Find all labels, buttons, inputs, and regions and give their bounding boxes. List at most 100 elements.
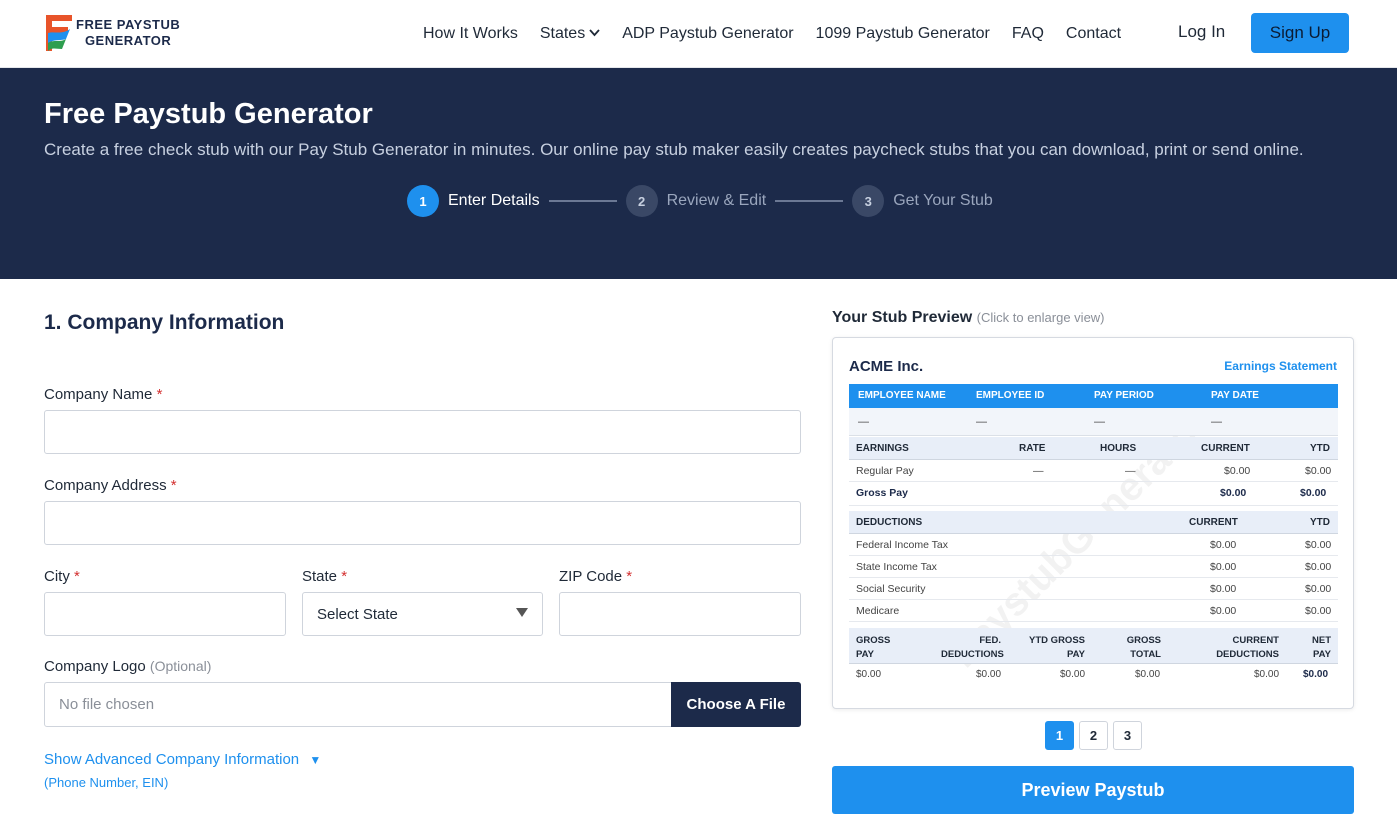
company-name-label: Company Name *	[44, 386, 162, 403]
city-input[interactable]	[44, 592, 286, 636]
dropdown-arrow-icon	[516, 608, 528, 617]
table-row: Regular Pay — — $0.00 $0.00	[849, 460, 1338, 482]
summary-header-text: YTD GROSS	[1029, 635, 1085, 646]
preview-paystub-button[interactable]: Preview Paystub	[832, 766, 1354, 814]
step-connector	[775, 200, 844, 202]
col-employee-name: EMPLOYEE NAME	[858, 390, 946, 401]
deduction-current: $0.00	[1210, 605, 1237, 617]
choose-file-button[interactable]: Choose A File	[671, 682, 801, 727]
earning-name: Gross Pay	[856, 487, 908, 499]
deduction-ytd: $0.00	[1305, 539, 1332, 551]
file-name-display: No file chosen	[59, 696, 155, 713]
earnings-header: EARNINGS RATE HOURS CURRENT YTD	[849, 437, 1338, 460]
col-pay-date: PAY DATE	[1211, 390, 1259, 401]
earning-ytd: $0.00	[1305, 465, 1332, 477]
col-deductions: DEDUCTIONS	[856, 517, 923, 528]
nav-states-label: States	[539, 25, 586, 42]
nav-how-it-works[interactable]: How It Works	[423, 25, 518, 43]
state-label: State *	[302, 568, 347, 585]
logo-file-upload[interactable]: No file chosen Choose A File	[44, 682, 801, 727]
city-label: City *	[44, 568, 80, 585]
table-row: Gross Pay $0.00 $0.00	[849, 482, 1338, 506]
preview-page-3[interactable]: 3	[1113, 721, 1142, 750]
company-address-label: Company Address *	[44, 477, 177, 494]
page-subtitle: Create a free check stub with our Pay St…	[44, 140, 1304, 159]
login-link[interactable]: Log In	[1178, 22, 1225, 42]
summary-values-row: $0.00 $0.00 $0.00 $0.00 $0.00 $0.00	[849, 664, 1338, 686]
logo-line-2: GENERATOR	[84, 33, 172, 48]
stub-company-name: ACME Inc.	[849, 358, 924, 375]
zip-input[interactable]	[559, 592, 801, 636]
summary-header-text: GROSS	[1126, 635, 1161, 646]
col-pay-period: PAY PERIOD	[1094, 390, 1154, 401]
employee-header-row: EMPLOYEE NAME EMPLOYEE ID PAY PERIOD PAY…	[849, 384, 1338, 408]
ytd-gross-pay-value: $0.00	[1060, 669, 1086, 680]
summary-header-text: TOTAL	[1130, 649, 1161, 660]
employee-name-value: —	[858, 416, 869, 428]
summary-header-text: DEDUCTIONS	[941, 649, 1004, 660]
current-deductions-value: $0.00	[1254, 669, 1280, 680]
summary-header-text: PAY	[856, 649, 874, 660]
nav-adp-generator[interactable]: ADP Paystub Generator	[622, 25, 793, 43]
col-net-pay: NET PAY	[1301, 634, 1331, 662]
hero-banner: Free Paystub Generator Create a free che…	[0, 68, 1397, 279]
col-ytd: YTD	[1310, 443, 1330, 454]
summary-header: GROSS PAY FED. DEDUCTIONS YTD GROSS PAY GRO…	[849, 628, 1338, 664]
stub-preview-card[interactable]: PaystubGenerators ACME Inc. Earnings Sta…	[832, 337, 1354, 709]
deductions-header: DEDUCTIONS CURRENT YTD	[849, 511, 1338, 534]
deduction-ytd: $0.00	[1305, 561, 1332, 573]
nav-faq[interactable]: FAQ	[1012, 25, 1044, 43]
state-label-text: State	[302, 568, 338, 585]
col-rate: RATE	[1019, 443, 1046, 454]
state-select[interactable]: Select State	[302, 592, 543, 636]
preview-page-1[interactable]: 1	[1045, 721, 1074, 750]
summary-header-text: PAY	[1313, 649, 1331, 660]
col-earnings: EARNINGS	[856, 443, 909, 454]
company-address-input[interactable]	[44, 501, 801, 545]
deduction-name: State Income Tax	[856, 561, 937, 573]
stub-preview-hint: (Click to enlarge view)	[976, 310, 1105, 325]
step-3-label: Get Your Stub	[893, 192, 993, 209]
advanced-link-text: Show Advanced Company Information	[44, 751, 300, 768]
earning-rate: —	[1033, 465, 1044, 477]
company-address-label-text: Company Address	[44, 477, 167, 494]
nav-1099-generator[interactable]: 1099 Paystub Generator	[816, 25, 990, 43]
company-name-input[interactable]	[44, 410, 801, 454]
company-name-label-text: Company Name	[44, 386, 153, 403]
earning-ytd: $0.00	[1300, 487, 1327, 499]
table-row: Federal Income Tax $0.00 $0.00	[849, 534, 1338, 556]
deduction-ytd: $0.00	[1305, 605, 1332, 617]
preview-page-2[interactable]: 2	[1079, 721, 1108, 750]
table-row: Medicare $0.00 $0.00	[849, 600, 1338, 622]
advanced-info-hint: (Phone Number, EIN)	[44, 775, 169, 790]
step-1-number: 1	[407, 185, 439, 217]
company-logo-label-text: Company Logo	[44, 658, 146, 675]
summary-header-text: NET	[1312, 635, 1331, 646]
show-advanced-company-info-link[interactable]: Show Advanced Company Information ▼	[44, 751, 321, 768]
zip-label: ZIP Code *	[559, 568, 632, 585]
logo-line-1: FREE PAYSTUB	[76, 17, 181, 32]
nav-states[interactable]: States	[540, 25, 600, 43]
summary-header-text: PAY	[1067, 649, 1085, 660]
summary-header-text: DEDUCTIONS	[1216, 649, 1279, 660]
site-logo[interactable]: FREE PAYSTUB GENERATOR	[44, 12, 194, 54]
deduction-name: Medicare	[856, 605, 900, 617]
signup-button[interactable]: Sign Up	[1251, 13, 1349, 53]
deduction-current: $0.00	[1210, 561, 1237, 573]
nav-contact[interactable]: Contact	[1066, 25, 1121, 43]
optional-tag: (Optional)	[149, 658, 212, 674]
required-mark: *	[170, 477, 177, 494]
employee-id-value: —	[976, 416, 987, 428]
logo-text: FREE PAYSTUB GENERATOR	[76, 17, 180, 49]
col-gross-pay: GROSS PAY	[856, 634, 890, 662]
earning-current: $0.00	[1224, 465, 1251, 477]
zip-label-text: ZIP Code	[559, 568, 623, 585]
chevron-down-icon	[589, 28, 600, 40]
earning-name: Regular Pay	[856, 465, 914, 477]
table-row: State Income Tax $0.00 $0.00	[849, 556, 1338, 578]
table-row: Social Security $0.00 $0.00	[849, 578, 1338, 600]
employee-values-row: — — — —	[849, 408, 1338, 436]
col-ytd: YTD	[1310, 517, 1330, 528]
earning-current: $0.00	[1220, 487, 1247, 499]
step-1-label: Enter Details	[448, 192, 540, 209]
